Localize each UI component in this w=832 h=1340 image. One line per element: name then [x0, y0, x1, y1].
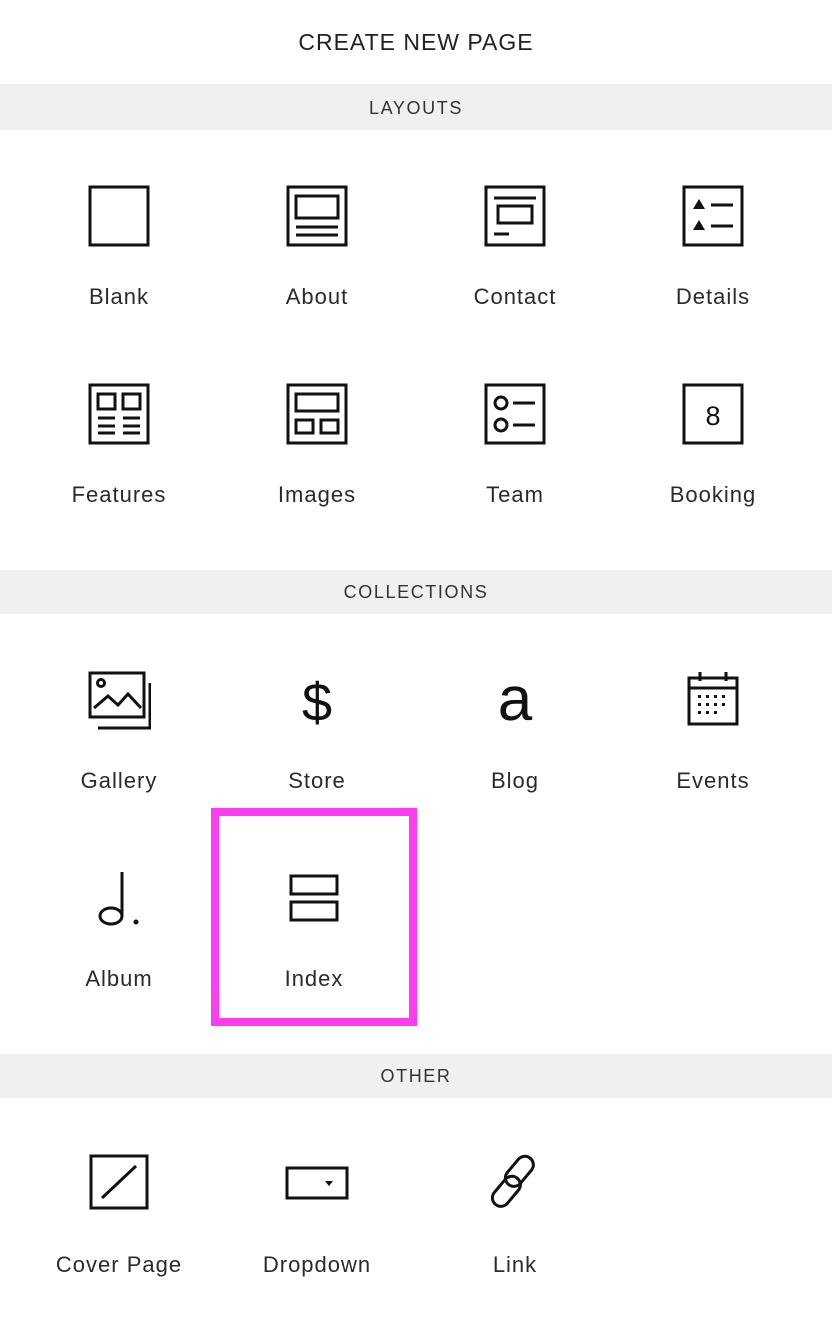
other-link-label: Link — [492, 1252, 538, 1277]
other-link-tile[interactable]: Link — [416, 1098, 614, 1296]
index-stack-icon — [282, 866, 346, 930]
collection-events-label: Events — [676, 768, 750, 793]
booking-glyph: 8 — [705, 401, 720, 431]
booking-layout-icon: 8 — [681, 382, 745, 446]
layout-features-label: Features — [71, 482, 167, 507]
music-note-icon — [87, 866, 151, 930]
contact-layout-icon — [483, 184, 547, 248]
other-dropdown-tile[interactable]: Dropdown — [218, 1098, 416, 1296]
layout-contact-tile[interactable]: Contact — [416, 130, 614, 328]
layout-about-tile[interactable]: About — [218, 130, 416, 328]
letter-a-icon: a — [483, 668, 547, 732]
layout-blank-tile[interactable]: Blank — [20, 130, 218, 328]
collection-events-tile[interactable]: Events — [614, 614, 812, 812]
page-title: CREATE NEW PAGE — [0, 0, 832, 86]
collection-album-tile[interactable]: Album — [20, 812, 218, 1010]
images-layout-icon — [285, 382, 349, 446]
link-chain-icon — [483, 1152, 547, 1216]
features-layout-icon — [87, 382, 151, 446]
layout-booking-label: Booking — [669, 482, 757, 507]
other-cover-page-tile[interactable]: Cover Page — [20, 1098, 218, 1296]
store-glyph: $ — [302, 673, 332, 732]
collection-index-tile[interactable]: Index — [211, 808, 417, 1026]
section-layouts-title: LAYOUTS — [0, 86, 832, 130]
layout-images-tile[interactable]: Images — [218, 328, 416, 526]
about-layout-icon — [285, 184, 349, 248]
layout-contact-label: Contact — [473, 284, 557, 309]
dropdown-icon — [285, 1152, 349, 1216]
layout-team-label: Team — [486, 482, 544, 507]
calendar-icon — [681, 668, 745, 732]
layout-images-label: Images — [277, 482, 357, 507]
layout-details-tile[interactable]: Details — [614, 130, 812, 328]
other-dropdown-label: Dropdown — [262, 1252, 372, 1277]
collection-index-label: Index — [284, 966, 344, 991]
gallery-icon — [87, 668, 151, 732]
collection-gallery-label: Gallery — [80, 768, 158, 793]
collection-blog-tile[interactable]: a Blog — [416, 614, 614, 812]
blank-page-icon — [87, 184, 151, 248]
collection-gallery-tile[interactable]: Gallery — [20, 614, 218, 812]
dollar-icon: $ — [285, 668, 349, 732]
section-collections-title: COLLECTIONS — [0, 570, 832, 614]
collection-store-label: Store — [288, 768, 346, 793]
section-other-title: OTHER — [0, 1054, 832, 1098]
collections-grid: Gallery $ Store a Blog Events Album Inde… — [0, 614, 832, 1054]
collection-store-tile[interactable]: $ Store — [218, 614, 416, 812]
collection-blog-label: Blog — [490, 768, 540, 793]
layout-blank-label: Blank — [88, 284, 150, 309]
layout-booking-tile[interactable]: 8 Booking — [614, 328, 812, 526]
team-layout-icon — [483, 382, 547, 446]
layout-details-label: Details — [675, 284, 751, 309]
details-layout-icon — [681, 184, 745, 248]
blog-glyph: a — [498, 668, 533, 732]
layouts-grid: Blank About Contact Details Features Ima… — [0, 130, 832, 570]
collection-album-label: Album — [85, 966, 153, 991]
layout-about-label: About — [285, 284, 349, 309]
layout-features-tile[interactable]: Features — [20, 328, 218, 526]
cover-page-icon — [87, 1152, 151, 1216]
layout-team-tile[interactable]: Team — [416, 328, 614, 526]
other-grid: Cover Page Dropdown Link — [0, 1098, 832, 1338]
other-cover-page-label: Cover Page — [55, 1252, 183, 1277]
